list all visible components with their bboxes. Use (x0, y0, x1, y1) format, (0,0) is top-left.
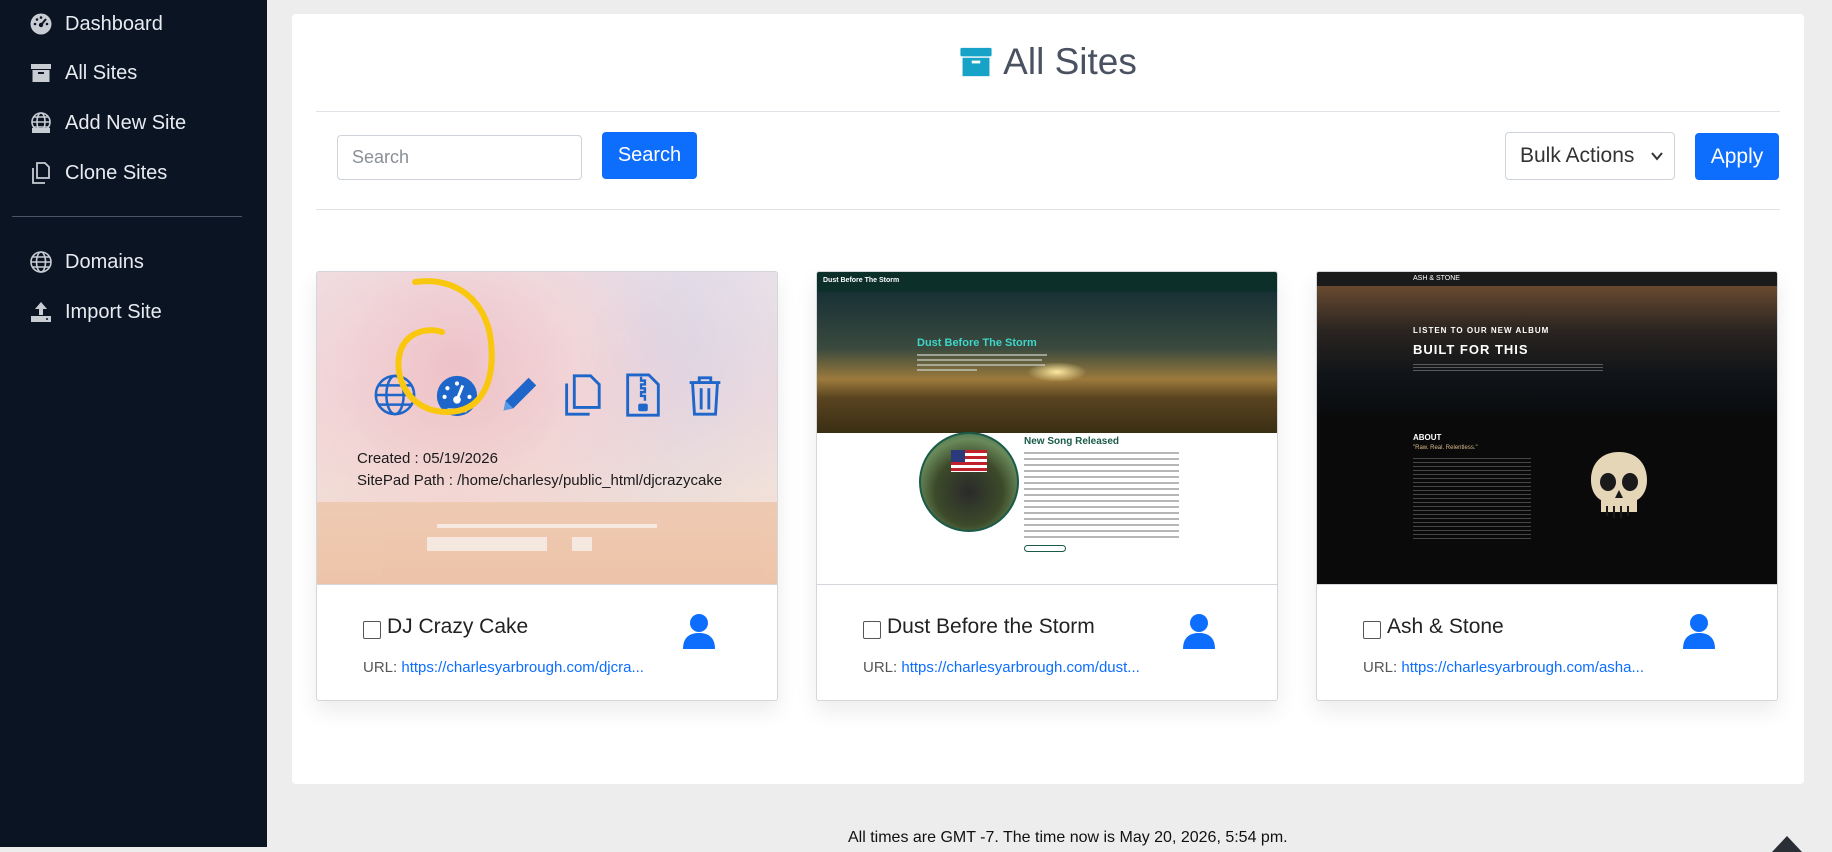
search-input[interactable] (337, 135, 582, 180)
sidebar-item-all-sites[interactable]: All Sites (28, 56, 137, 90)
copy-icon (28, 160, 54, 186)
site-name: Dust Before the Storm (887, 615, 1095, 638)
bulk-actions-select[interactable]: Bulk Actions (1505, 132, 1675, 180)
preview-nav: Dust Before The Storm (817, 272, 1277, 292)
site-select-checkbox[interactable] (1363, 621, 1381, 639)
upload-icon (28, 299, 54, 325)
url-label: URL: (363, 659, 398, 676)
annotation-highlight (395, 278, 495, 416)
apply-button[interactable]: Apply (1695, 133, 1779, 180)
sidebar-item-label: Import Site (65, 300, 162, 323)
search-button[interactable]: Search (602, 132, 697, 179)
preview-brand: Dust Before The Storm (823, 277, 900, 284)
sidebar-item-dashboard[interactable]: Dashboard (28, 7, 163, 41)
site-card: ASH & STONE LISTEN TO OUR NEW ALBUM BUIL… (1316, 271, 1778, 701)
preview-about-heading: ABOUT (1413, 433, 1442, 442)
site-thumbnail[interactable]: Dust Before The Storm Dust Before The St… (817, 272, 1277, 584)
header-divider (316, 111, 1780, 112)
page-title: All Sites (1003, 41, 1137, 82)
site-select-checkbox[interactable] (863, 621, 881, 639)
preview-hero: LISTEN TO OUR NEW ALBUM BUILT FOR THIS (1317, 286, 1777, 414)
preview-text-lines (1024, 452, 1179, 542)
skull-icon (1591, 452, 1647, 518)
created-date: Created : 05/19/2026 (357, 450, 498, 467)
sidebar-item-import-site[interactable]: Import Site (28, 295, 162, 329)
preview-truck-image (919, 432, 1019, 532)
sidebar-divider (12, 216, 242, 217)
sidebar: Dashboard All Sites Add New Site Clone S… (0, 0, 267, 847)
site-card: Dust Before The Storm Dust Before The St… (816, 271, 1278, 701)
preview-album: BUILT FOR THIS (1413, 342, 1529, 357)
site-name: Ash & Stone (1387, 615, 1504, 638)
preview-song-heading: New Song Released (1024, 436, 1120, 447)
site-url-link[interactable]: https://charlesyarbrough.com/asha... (1401, 659, 1644, 676)
preview-button (1024, 545, 1066, 552)
footer-time-note: All times are GMT -7. The time now is Ma… (848, 829, 1288, 846)
preview-hero: Dust Before The Storm (817, 292, 1277, 433)
bulk-actions-value: Bulk Actions (1520, 144, 1635, 167)
user-icon[interactable] (1182, 613, 1216, 649)
site-thumbnail[interactable]: Created : 05/19/2026 SitePad Path : /hom… (317, 272, 777, 584)
sidebar-item-label: Clone Sites (65, 161, 168, 184)
site-thumbnail[interactable]: ASH & STONE LISTEN TO OUR NEW ALBUM BUIL… (1317, 272, 1777, 584)
site-url-line: URL: https://charlesyarbrough.com/dust..… (863, 659, 1140, 676)
sidebar-item-add-new-site[interactable]: Add New Site (28, 106, 186, 140)
site-name: DJ Crazy Cake (387, 615, 529, 638)
site-url-line: URL: https://charlesyarbrough.com/asha..… (1363, 659, 1644, 676)
globe-plus-icon (28, 110, 54, 136)
preview-text-lines (1413, 458, 1531, 542)
sidebar-item-label: Domains (65, 250, 144, 273)
sitepad-path: SitePad Path : /home/charlesy/public_htm… (357, 472, 723, 489)
site-url-line: URL: https://charlesyarbrough.com/djcra.… (363, 659, 644, 676)
archive-icon (28, 60, 54, 86)
card-footer: Ash & Stone URL: https://charlesyarbroug… (1317, 584, 1777, 700)
dashboard-icon (28, 11, 54, 37)
preview-hero-title: Dust Before The Storm (917, 337, 1037, 349)
site-url-link[interactable]: https://charlesyarbrough.com/djcra... (401, 659, 644, 676)
sidebar-item-clone-sites[interactable]: Clone Sites (28, 156, 167, 190)
chevron-down-icon (1651, 152, 1663, 161)
url-label: URL: (1363, 659, 1398, 676)
scroll-to-top-icon[interactable] (1770, 832, 1804, 852)
archive-icon (960, 47, 992, 77)
sidebar-item-label: Add New Site (65, 111, 187, 134)
card-footer: DJ Crazy Cake URL: https://charlesyarbro… (317, 584, 777, 700)
sidebar-item-domains[interactable]: Domains (28, 245, 144, 279)
sidebar-item-label: All Sites (65, 61, 138, 84)
toolbar-divider (316, 209, 1780, 210)
url-label: URL: (863, 659, 898, 676)
site-url-link[interactable]: https://charlesyarbrough.com/dust... (901, 659, 1139, 676)
globe-icon (28, 249, 54, 275)
preview-kicker: LISTEN TO OUR NEW ALBUM (1413, 326, 1550, 335)
site-select-checkbox[interactable] (363, 621, 381, 639)
preview-about-tagline: "Raw. Real. Relentless." (1413, 445, 1478, 451)
user-icon[interactable] (1682, 613, 1716, 649)
sidebar-item-label: Dashboard (65, 12, 163, 35)
preview-brand: ASH & STONE (1413, 275, 1460, 282)
main-panel: All Sites Search Bulk Actions Apply (292, 14, 1804, 784)
card-footer: Dust Before the Storm URL: https://charl… (817, 584, 1277, 700)
user-icon[interactable] (682, 613, 716, 649)
page-header: All Sites (292, 14, 1804, 110)
preview-nav: ASH & STONE (1317, 272, 1777, 286)
site-card: Created : 05/19/2026 SitePad Path : /hom… (316, 271, 778, 701)
